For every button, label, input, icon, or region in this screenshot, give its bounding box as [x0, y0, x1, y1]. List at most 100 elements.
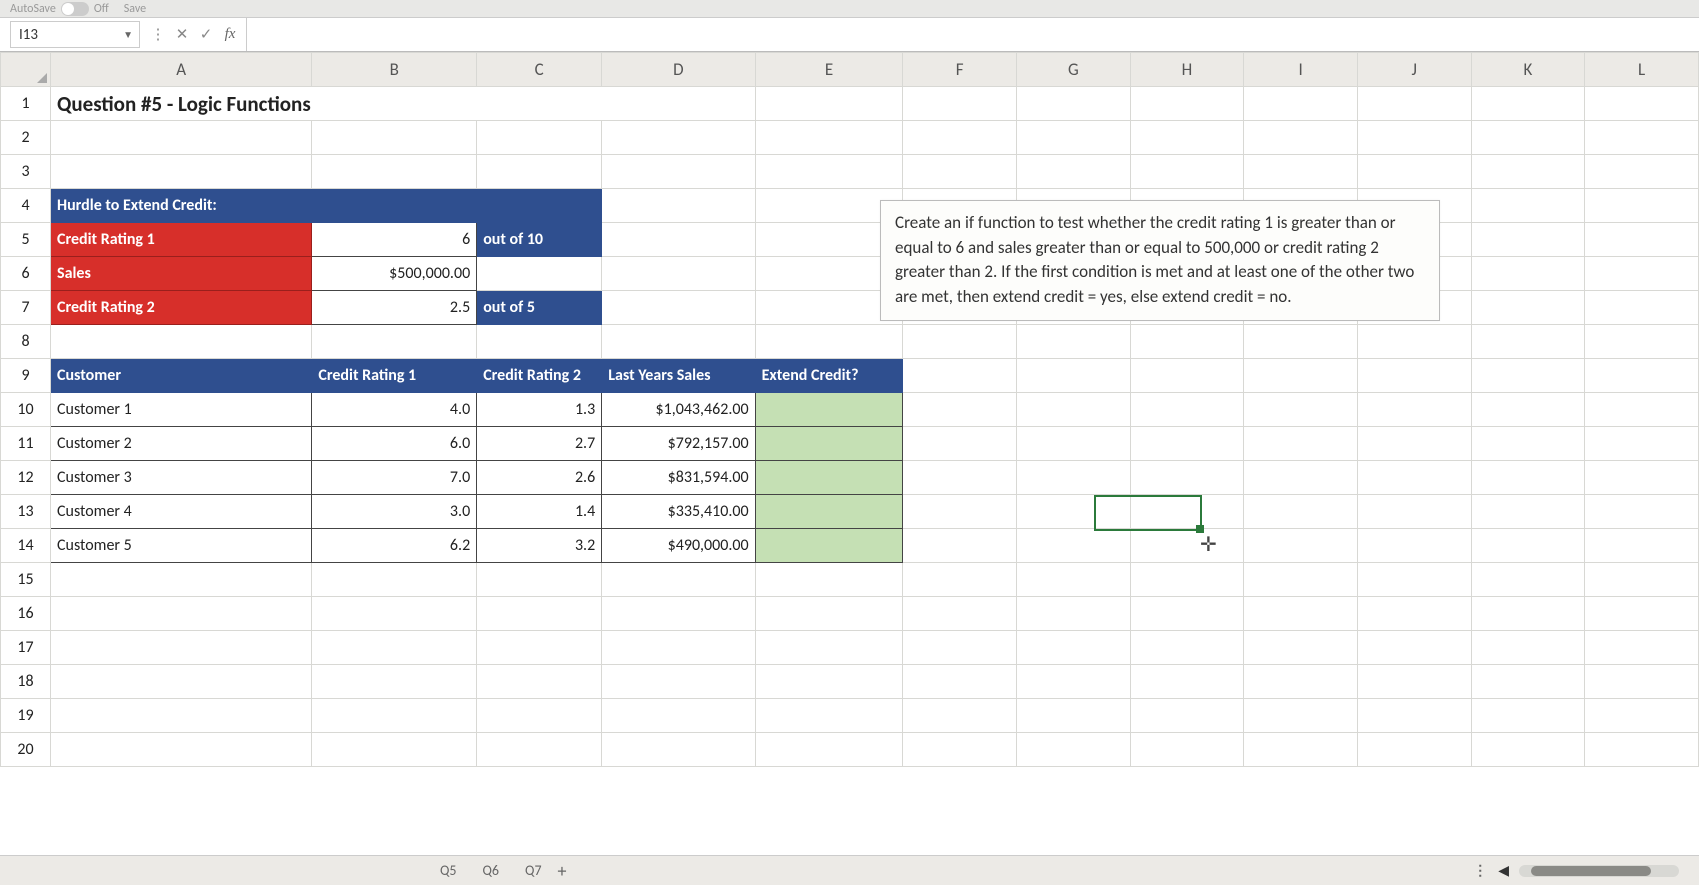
cell-E12[interactable] [755, 461, 903, 495]
cell-H11[interactable] [1130, 427, 1244, 461]
cell-I19[interactable] [1244, 699, 1358, 733]
cell-I8[interactable] [1244, 325, 1358, 359]
cell-L16[interactable] [1585, 597, 1699, 631]
cell-D14[interactable]: $490,000.00 [602, 529, 755, 563]
cell-J10[interactable] [1357, 393, 1471, 427]
worksheet-grid[interactable]: A B C D E F G H I J K L 1 Question #5 - … [0, 52, 1699, 855]
cell-E8[interactable] [755, 325, 903, 359]
cell-B16[interactable] [312, 597, 477, 631]
accept-icon[interactable]: ✓ [196, 25, 216, 44]
cell-E1[interactable] [755, 87, 903, 121]
cell-K5[interactable] [1471, 223, 1585, 257]
row-header-5[interactable]: 5 [1, 223, 51, 257]
cell-H2[interactable] [1130, 121, 1244, 155]
cell-A9[interactable]: Customer [51, 359, 312, 393]
cell-E11[interactable] [755, 427, 903, 461]
cell-G1[interactable] [1017, 87, 1131, 121]
chevron-down-icon[interactable]: ▼ [123, 28, 133, 41]
cell-J3[interactable] [1357, 155, 1471, 189]
cell-H8[interactable] [1130, 325, 1244, 359]
cell-L14[interactable] [1585, 529, 1699, 563]
cell-L18[interactable] [1585, 665, 1699, 699]
cell-I9[interactable] [1244, 359, 1358, 393]
row-header-1[interactable]: 1 [1, 87, 51, 121]
cell-J18[interactable] [1357, 665, 1471, 699]
save-button[interactable]: Save [124, 2, 146, 16]
cell-G17[interactable] [1017, 631, 1131, 665]
cell-B7[interactable]: 2.5 [312, 291, 477, 325]
cell-D13[interactable]: $335,410.00 [602, 495, 755, 529]
cell-F10[interactable] [903, 393, 1017, 427]
cell-L13[interactable] [1585, 495, 1699, 529]
cell-F18[interactable] [903, 665, 1017, 699]
cell-G2[interactable] [1017, 121, 1131, 155]
cell-C10[interactable]: 1.3 [477, 393, 602, 427]
cell-G20[interactable] [1017, 733, 1131, 767]
cell-B18[interactable] [312, 665, 477, 699]
cell-F12[interactable] [903, 461, 1017, 495]
row-header-8[interactable]: 8 [1, 325, 51, 359]
cell-L11[interactable] [1585, 427, 1699, 461]
cell-E10[interactable] [755, 393, 903, 427]
cell-J9[interactable] [1357, 359, 1471, 393]
cell-J16[interactable] [1357, 597, 1471, 631]
cell-F1[interactable] [903, 87, 1017, 121]
cell-F3[interactable] [903, 155, 1017, 189]
cell-I12[interactable] [1244, 461, 1358, 495]
cell-C18[interactable] [477, 665, 602, 699]
cell-A18[interactable] [51, 665, 312, 699]
cell-A12[interactable]: Customer 3 [51, 461, 312, 495]
col-header-I[interactable]: I [1244, 53, 1358, 87]
cell-C19[interactable] [477, 699, 602, 733]
col-header-L[interactable]: L [1585, 53, 1699, 87]
cell-K15[interactable] [1471, 563, 1585, 597]
cell-F15[interactable] [903, 563, 1017, 597]
cell-K19[interactable] [1471, 699, 1585, 733]
cell-B2[interactable] [312, 121, 477, 155]
row-header-10[interactable]: 10 [1, 393, 51, 427]
cell-B17[interactable] [312, 631, 477, 665]
sheet-tab-q5[interactable]: Q5 [430, 860, 467, 882]
col-header-C[interactable]: C [477, 53, 602, 87]
cell-L12[interactable] [1585, 461, 1699, 495]
cell-D5[interactable] [602, 223, 755, 257]
new-sheet-button[interactable]: + [558, 860, 567, 882]
cell-I13[interactable] [1244, 495, 1358, 529]
cell-E2[interactable] [755, 121, 903, 155]
cell-B9[interactable]: Credit Rating 1 [312, 359, 477, 393]
cancel-icon[interactable]: ✕ [172, 25, 192, 44]
cell-J8[interactable] [1357, 325, 1471, 359]
sheet-tab-q6[interactable]: Q6 [473, 860, 510, 882]
cell-B13[interactable]: 3.0 [312, 495, 477, 529]
cell-E14[interactable] [755, 529, 903, 563]
row-header-16[interactable]: 16 [1, 597, 51, 631]
cell-D6[interactable] [602, 257, 755, 291]
row-header-4[interactable]: 4 [1, 189, 51, 223]
cell-F9[interactable] [903, 359, 1017, 393]
scrollbar-thumb[interactable] [1531, 866, 1651, 876]
cell-I15[interactable] [1244, 563, 1358, 597]
cell-D10[interactable]: $1,043,462.00 [602, 393, 755, 427]
col-header-D[interactable]: D [602, 53, 755, 87]
cell-G9[interactable] [1017, 359, 1131, 393]
col-header-J[interactable]: J [1357, 53, 1471, 87]
cell-B14[interactable]: 6.2 [312, 529, 477, 563]
cell-D18[interactable] [602, 665, 755, 699]
cell-A17[interactable] [51, 631, 312, 665]
cell-C20[interactable] [477, 733, 602, 767]
more-icon[interactable]: ⋮ [148, 25, 168, 44]
cell-J11[interactable] [1357, 427, 1471, 461]
cell-L6[interactable] [1585, 257, 1699, 291]
cell-C12[interactable]: 2.6 [477, 461, 602, 495]
cell-A5[interactable]: Credit Rating 1 [51, 223, 312, 257]
cell-C9[interactable]: Credit Rating 2 [477, 359, 602, 393]
cell-K6[interactable] [1471, 257, 1585, 291]
row-header-11[interactable]: 11 [1, 427, 51, 461]
cell-K11[interactable] [1471, 427, 1585, 461]
cell-I17[interactable] [1244, 631, 1358, 665]
cell-H10[interactable] [1130, 393, 1244, 427]
cell-C14[interactable]: 3.2 [477, 529, 602, 563]
cell-I1[interactable] [1244, 87, 1358, 121]
cell-G10[interactable] [1017, 393, 1131, 427]
cell-G3[interactable] [1017, 155, 1131, 189]
